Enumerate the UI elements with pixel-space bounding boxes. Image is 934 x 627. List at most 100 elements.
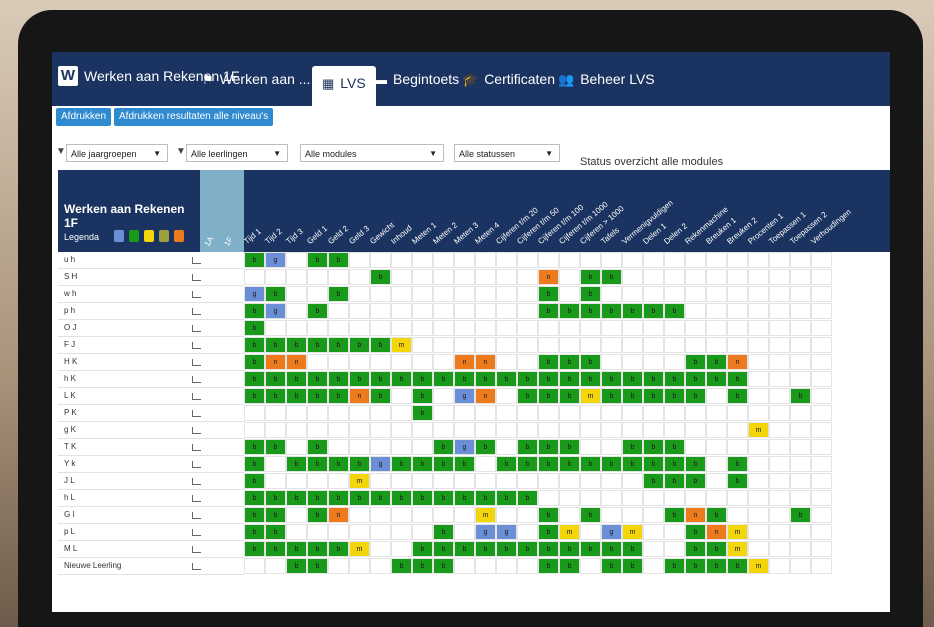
result-cell[interactable]: b (433, 456, 454, 472)
result-cell[interactable] (685, 269, 706, 285)
result-cell[interactable]: b (664, 439, 685, 455)
students-filter[interactable]: Alle leerlingen ▼ (186, 144, 288, 162)
result-cell[interactable] (559, 490, 580, 506)
result-cell[interactable]: b (244, 524, 265, 540)
result-cell[interactable]: b (538, 388, 559, 404)
student-row[interactable]: M L (58, 541, 244, 558)
result-cell[interactable]: b (244, 507, 265, 523)
result-cell[interactable]: b (559, 303, 580, 319)
result-cell[interactable] (454, 524, 475, 540)
result-cell[interactable]: b (538, 456, 559, 472)
result-cell[interactable] (475, 303, 496, 319)
result-cell[interactable] (412, 473, 433, 489)
student-row[interactable]: G I (58, 507, 244, 524)
result-cell[interactable] (454, 405, 475, 421)
result-cell[interactable] (748, 456, 769, 472)
result-cell[interactable] (286, 439, 307, 455)
result-cell[interactable]: b (244, 388, 265, 404)
result-cell[interactable] (517, 507, 538, 523)
student-row[interactable]: Nieuwe Leerling (58, 558, 244, 575)
result-cell[interactable]: n (475, 354, 496, 370)
result-cell[interactable]: b (454, 456, 475, 472)
result-cell[interactable] (433, 320, 454, 336)
result-cell[interactable] (727, 405, 748, 421)
result-cell[interactable] (496, 388, 517, 404)
result-cell[interactable]: g (496, 524, 517, 540)
result-cell[interactable]: b (265, 337, 286, 353)
result-cell[interactable] (601, 337, 622, 353)
result-cell[interactable] (370, 524, 391, 540)
result-cell[interactable]: b (538, 286, 559, 302)
result-cell[interactable]: b (580, 541, 601, 557)
result-cell[interactable] (748, 286, 769, 302)
result-cell[interactable]: b (643, 371, 664, 387)
result-cell[interactable] (706, 439, 727, 455)
result-cell[interactable] (538, 405, 559, 421)
result-cell[interactable] (559, 252, 580, 268)
result-cell[interactable] (790, 320, 811, 336)
result-cell[interactable] (727, 439, 748, 455)
result-cell[interactable]: b (727, 456, 748, 472)
student-row[interactable]: J L (58, 473, 244, 490)
result-cell[interactable] (811, 473, 832, 489)
result-cell[interactable] (643, 320, 664, 336)
result-cell[interactable]: g (265, 252, 286, 268)
bar-chart-icon[interactable] (192, 359, 201, 366)
result-cell[interactable] (475, 558, 496, 574)
result-cell[interactable]: b (517, 439, 538, 455)
result-cell[interactable]: b (601, 456, 622, 472)
result-cell[interactable] (622, 337, 643, 353)
student-row[interactable]: w h (58, 286, 244, 303)
result-cell[interactable] (475, 473, 496, 489)
result-cell[interactable]: b (706, 541, 727, 557)
result-cell[interactable]: b (286, 337, 307, 353)
result-cell[interactable] (559, 320, 580, 336)
bar-chart-icon[interactable] (192, 376, 201, 383)
result-cell[interactable] (769, 439, 790, 455)
result-cell[interactable] (811, 490, 832, 506)
result-cell[interactable]: b (328, 388, 349, 404)
tab-beheer-lvs[interactable]: 👥 Beheer LVS (558, 64, 655, 94)
result-cell[interactable] (622, 269, 643, 285)
result-cell[interactable]: b (664, 456, 685, 472)
result-cell[interactable]: b (349, 456, 370, 472)
result-cell[interactable] (706, 303, 727, 319)
result-cell[interactable]: b (559, 456, 580, 472)
result-cell[interactable] (790, 524, 811, 540)
result-cell[interactable] (265, 405, 286, 421)
result-cell[interactable]: b (643, 303, 664, 319)
result-cell[interactable] (748, 490, 769, 506)
result-cell[interactable]: b (265, 490, 286, 506)
result-cell[interactable] (328, 558, 349, 574)
result-cell[interactable] (328, 439, 349, 455)
student-row[interactable]: S H (58, 269, 244, 286)
result-cell[interactable] (391, 354, 412, 370)
result-cell[interactable]: b (265, 439, 286, 455)
result-cell[interactable] (769, 524, 790, 540)
result-cell[interactable] (517, 337, 538, 353)
result-cell[interactable] (433, 388, 454, 404)
result-cell[interactable] (370, 303, 391, 319)
result-cell[interactable]: m (622, 524, 643, 540)
result-cell[interactable] (517, 422, 538, 438)
result-cell[interactable]: n (328, 507, 349, 523)
result-cell[interactable]: b (391, 558, 412, 574)
result-cell[interactable] (328, 473, 349, 489)
result-cell[interactable] (601, 422, 622, 438)
student-row[interactable]: h K (58, 371, 244, 388)
result-cell[interactable]: b (244, 456, 265, 472)
result-cell[interactable] (727, 422, 748, 438)
result-cell[interactable] (349, 320, 370, 336)
result-cell[interactable] (748, 507, 769, 523)
result-cell[interactable]: b (244, 320, 265, 336)
result-cell[interactable] (706, 422, 727, 438)
result-cell[interactable] (391, 320, 412, 336)
result-cell[interactable] (727, 303, 748, 319)
result-cell[interactable]: b (412, 388, 433, 404)
result-cell[interactable] (706, 252, 727, 268)
result-cell[interactable]: b (538, 507, 559, 523)
result-cell[interactable]: b (307, 541, 328, 557)
result-cell[interactable] (811, 303, 832, 319)
result-cell[interactable]: b (601, 269, 622, 285)
result-cell[interactable] (370, 405, 391, 421)
